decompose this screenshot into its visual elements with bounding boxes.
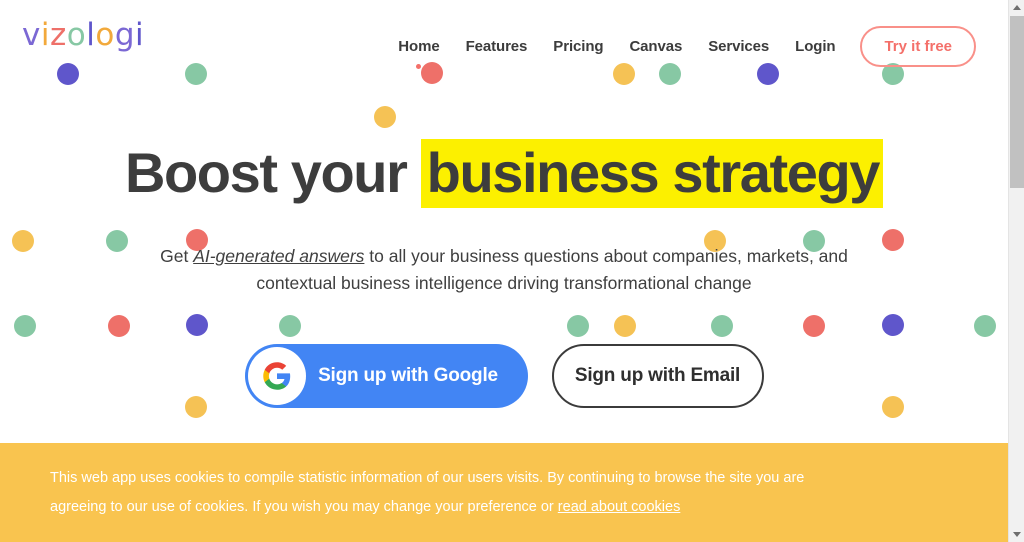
nav-item-features[interactable]: Features <box>453 32 541 61</box>
hero-subtitle: Get AI-generated answers to all your bus… <box>124 243 884 297</box>
sign-up-with-google-button[interactable]: Sign up with Google <box>244 344 528 408</box>
logo-letter-0: v <box>22 17 41 53</box>
cookie-message: This web app uses cookies to compile sta… <box>50 469 805 515</box>
logo-letter-7: i <box>135 17 145 53</box>
vertical-scrollbar[interactable] <box>1008 0 1024 542</box>
logo-letter-6: g <box>114 17 136 53</box>
cta-button-row: Sign up with Google Sign up with Email <box>0 344 1008 408</box>
ai-generated-answers-emphasis: AI-generated answers <box>193 246 365 266</box>
google-logo-icon <box>247 347 306 405</box>
site-header: vizologi Home Features Pricing Canvas Servic… <box>0 0 1008 84</box>
main-navigation: Home Features Pricing Canvas Services Login Tr… <box>385 26 976 69</box>
logo-letter-1: i <box>40 17 50 53</box>
scrollbar-thumb[interactable] <box>1010 16 1024 188</box>
headline-plain: Boost your <box>124 141 421 204</box>
sign-up-with-email-button[interactable]: Sign up with Email <box>551 344 764 408</box>
page-root: vizologi Home Features Pricing Canvas Servic… <box>0 0 1024 542</box>
subtitle-lead: Get <box>160 246 194 266</box>
browser-viewport: vizologi Home Features Pricing Canvas Servic… <box>0 0 1008 542</box>
logo-letter-2: z <box>49 17 67 53</box>
cookie-consent-banner: This web app uses cookies to compile sta… <box>0 443 1008 542</box>
headline-highlight: business strategy <box>420 139 884 208</box>
try-it-free-button[interactable]: Try it free <box>860 26 976 67</box>
logo-letter-4: l <box>86 17 96 53</box>
page-title: Boost your business strategy <box>0 139 1008 208</box>
vizologi-logo[interactable]: vizologi <box>22 20 144 51</box>
nav-item-login[interactable]: Login <box>782 32 848 61</box>
logo-letter-5: o <box>95 17 115 53</box>
scrollbar-up-arrow-icon[interactable] <box>1009 0 1024 15</box>
read-about-cookies-link[interactable]: read about cookies <box>558 499 681 515</box>
logo-letter-3: o <box>66 17 87 53</box>
scrollbar-down-arrow-icon[interactable] <box>1009 527 1024 542</box>
nav-item-home[interactable]: Home <box>385 32 452 69</box>
cookie-banner-text: This web app uses cookies to compile sta… <box>50 464 810 522</box>
google-button-label: Sign up with Google <box>318 365 498 386</box>
nav-item-services[interactable]: Services <box>695 32 782 61</box>
nav-item-canvas[interactable]: Canvas <box>616 32 695 61</box>
nav-item-pricing[interactable]: Pricing <box>540 32 616 61</box>
